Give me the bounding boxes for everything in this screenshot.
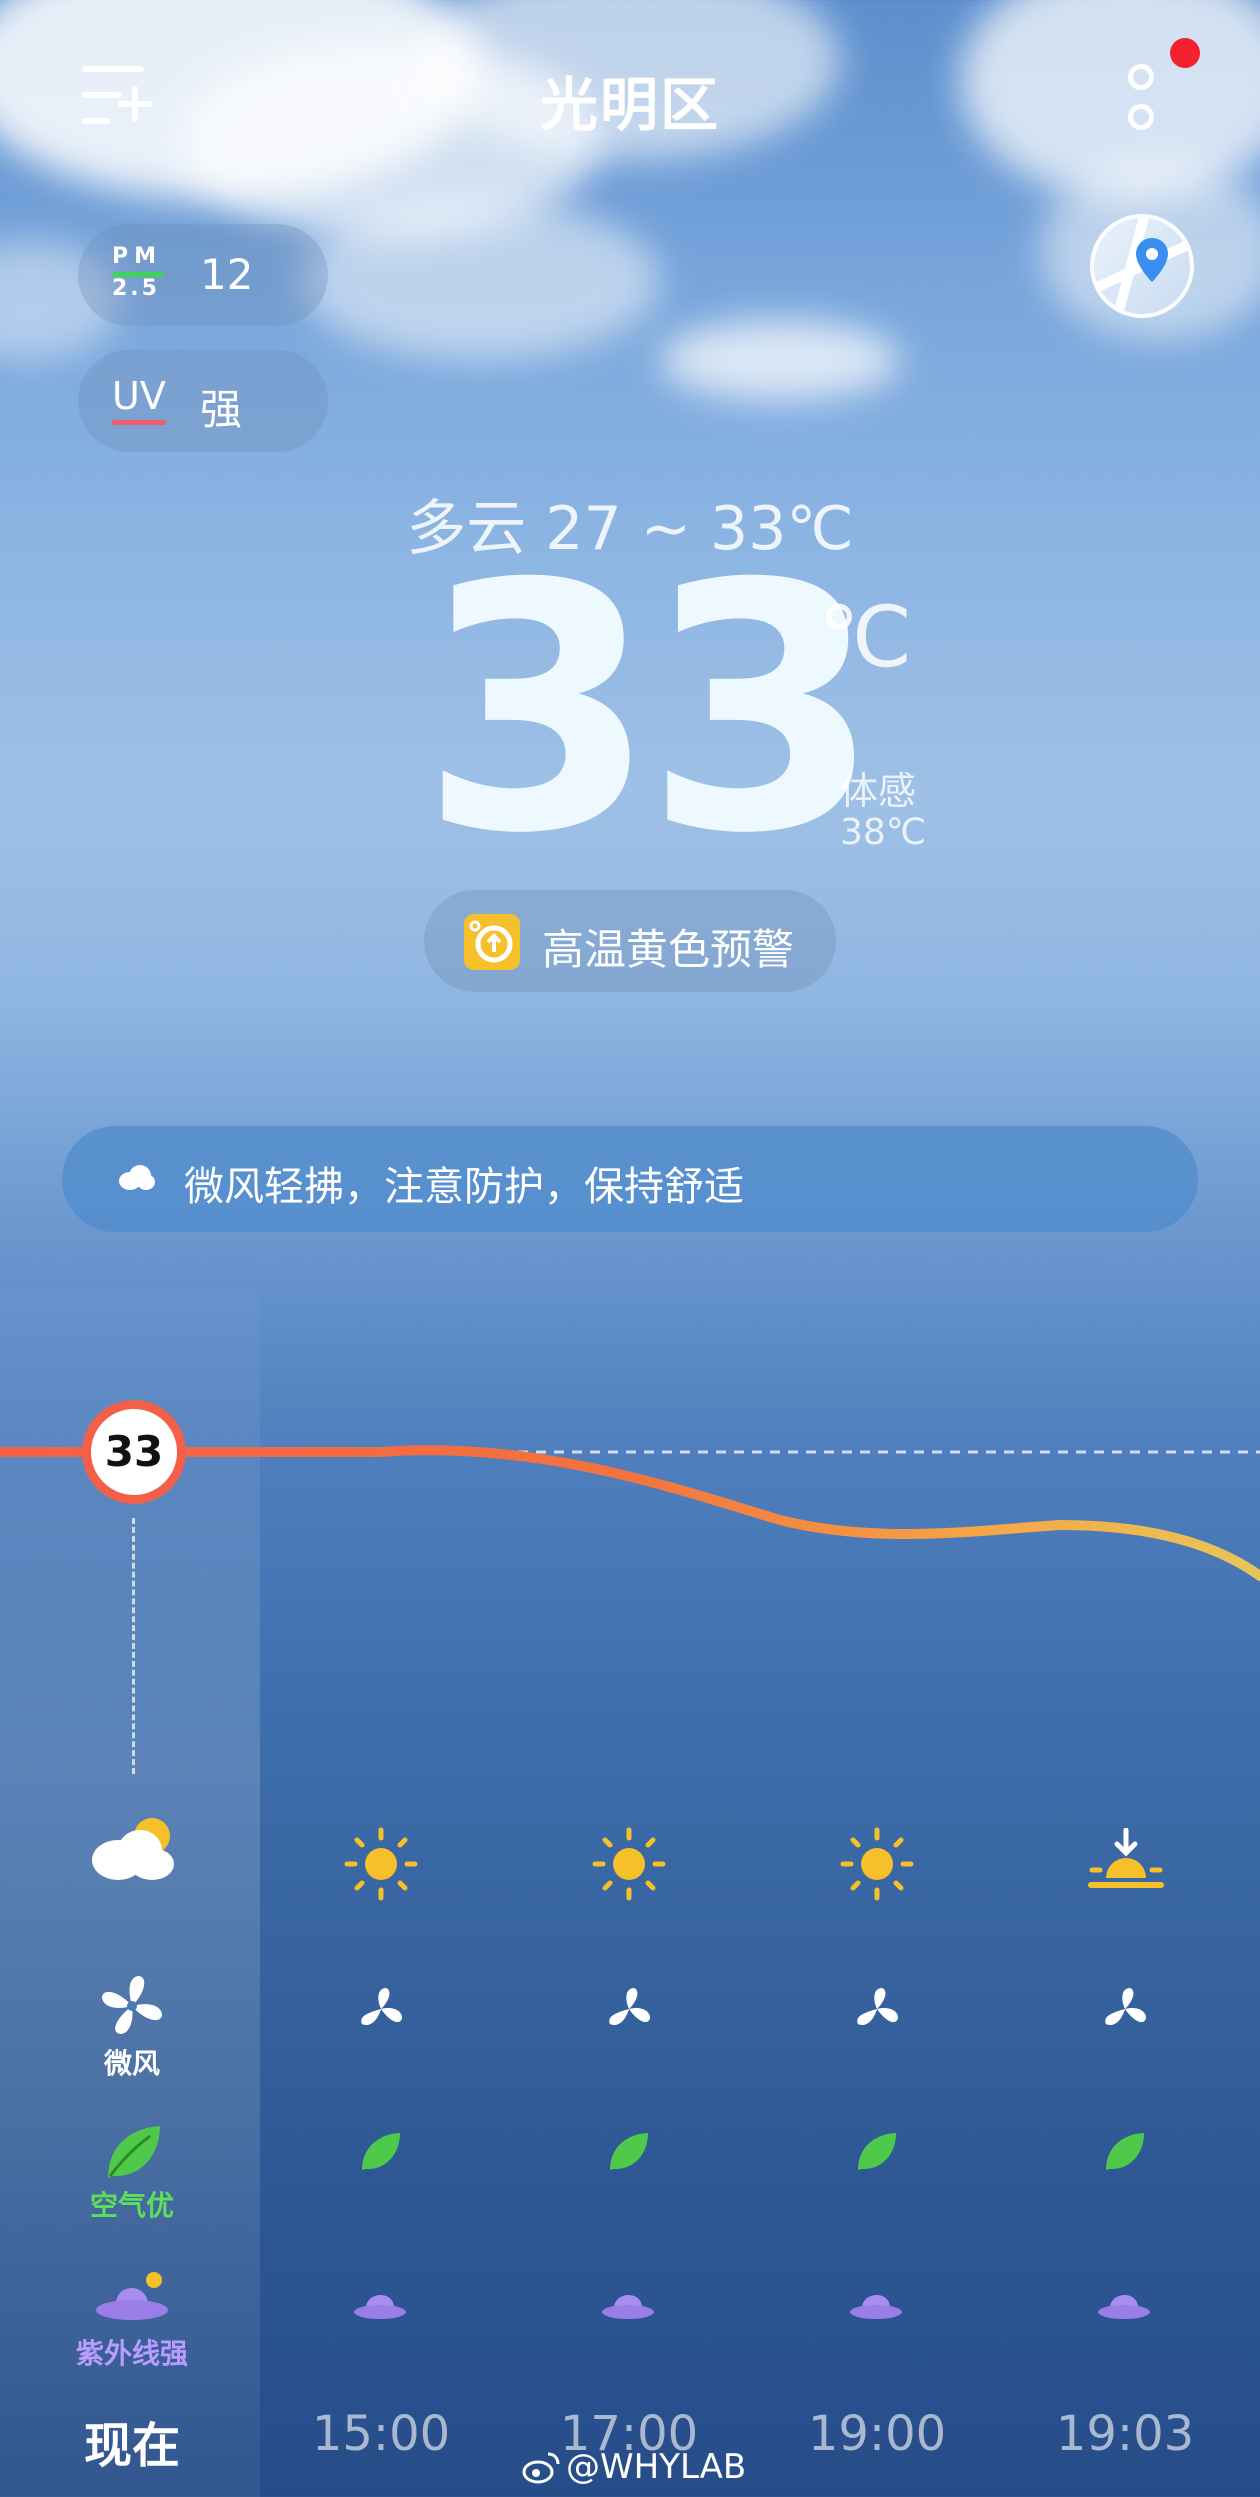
tip-text: 微风轻拂，注意防护，保持舒适 — [184, 1164, 744, 1210]
uv-label: UV — [112, 374, 166, 418]
current-temperature: 33 — [420, 512, 881, 908]
pm-label-sub: 2.5 — [112, 276, 160, 301]
fan-icon — [609, 1988, 650, 2026]
now-dashed-line — [132, 1518, 135, 1774]
heat-warning-button[interactable]: 高温黄色预警 — [424, 890, 836, 992]
cloudy-sun-icon — [92, 1818, 174, 1880]
time-label: 19:00 — [807, 2406, 947, 2462]
fan-icon — [361, 1988, 402, 2026]
weibo-logo-icon — [522, 2452, 560, 2484]
fan-icon — [102, 1976, 162, 2034]
pm-value: 12 — [200, 250, 254, 299]
now-temperature-badge: 33 — [82, 1400, 186, 1504]
feels-like-label: 体感 — [840, 769, 917, 813]
leaf-icon — [1106, 2133, 1144, 2170]
map-location-icon[interactable] — [1090, 214, 1194, 318]
sun-hat-icon — [1098, 2294, 1150, 2319]
heat-warning-icon — [464, 914, 520, 970]
wind-label: 微风 — [103, 2047, 160, 2080]
time-label-now: 现在 — [83, 2418, 180, 2474]
sun-hat-icon — [354, 2294, 406, 2319]
watermark: @WHYLAB — [566, 2447, 747, 2487]
time-label: 19:03 — [1055, 2406, 1195, 2462]
uv-pill[interactable]: UV 强 — [78, 350, 328, 452]
leaf-icon — [108, 2126, 160, 2178]
air-quality-label: 空气优 — [89, 2189, 174, 2222]
pm25-pill[interactable]: PM 2.5 12 — [78, 224, 328, 326]
leaf-icon — [362, 2133, 400, 2170]
sun-hat-icon — [96, 2272, 168, 2320]
fan-icon — [1105, 1988, 1146, 2026]
weather-tip-bar[interactable]: 微风轻拂，注意防护，保持舒适 — [62, 1126, 1198, 1232]
uv-row-label: 紫外线强 — [75, 2337, 188, 2370]
sun-icon — [840, 1827, 914, 1901]
sun-hat-icon — [602, 2294, 654, 2319]
temperature-unit: ℃ — [818, 588, 913, 686]
leaf-icon — [610, 2133, 648, 2170]
page-title: 光明区 — [539, 71, 720, 139]
sun-icon — [592, 1827, 666, 1901]
uv-indicator-line — [112, 420, 166, 425]
more-vertical-icon[interactable] — [1126, 64, 1156, 132]
notification-dot — [1170, 38, 1200, 68]
feels-like-value: 38℃ — [840, 812, 927, 853]
cloud-icon — [119, 1165, 155, 1190]
fan-icon — [857, 1988, 898, 2026]
leaf-icon — [858, 2133, 896, 2170]
sunset-icon — [1088, 1828, 1164, 1888]
time-label: 15:00 — [311, 2406, 451, 2462]
temperature-curve — [0, 1445, 1260, 1581]
sun-hat-icon — [850, 2294, 902, 2319]
pm-label: PM — [112, 244, 163, 269]
warning-text: 高温黄色预警 — [542, 925, 795, 974]
uv-value: 强 — [200, 385, 243, 434]
sun-icon — [344, 1827, 418, 1901]
